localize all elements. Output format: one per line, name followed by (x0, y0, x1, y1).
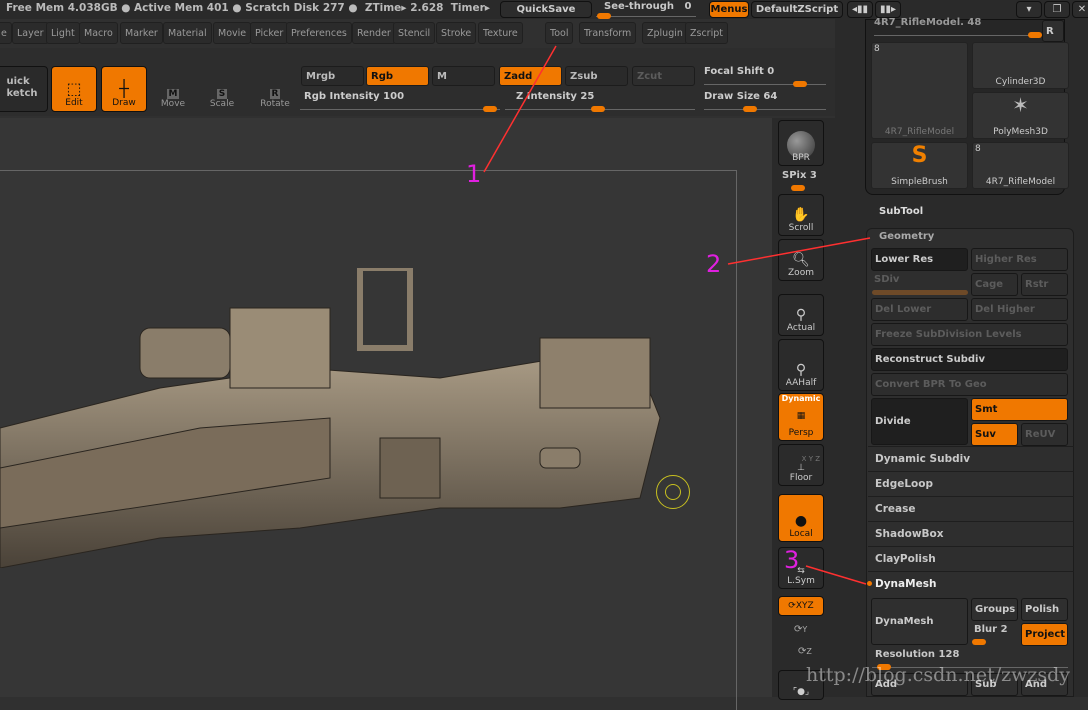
annotation-1: 1 (466, 160, 482, 188)
annotation-2: 2 (706, 250, 722, 278)
watermark: http://blog.csdn.net/zwzsdy (806, 664, 1071, 686)
annotation-arrows (483, 45, 871, 585)
arrow-2 (727, 237, 871, 265)
arrow-1 (483, 45, 557, 173)
annotation-3: 3 (784, 546, 800, 574)
arrow-3 (805, 565, 867, 585)
